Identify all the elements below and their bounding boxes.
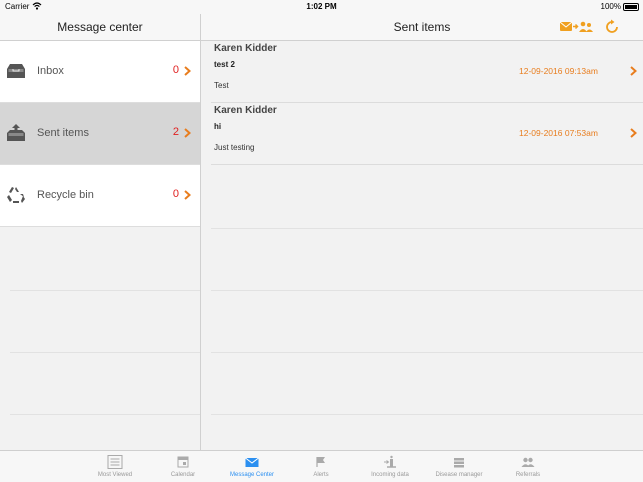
message-date: 12-09-2016 09:13am bbox=[519, 66, 598, 76]
people-icon bbox=[521, 457, 535, 467]
tab-most-viewed[interactable]: Most Viewed bbox=[80, 451, 150, 482]
message-preview: Test bbox=[214, 81, 229, 90]
tab-alerts[interactable]: Alerts bbox=[286, 451, 356, 482]
folder-recycle-bin[interactable]: Recycle bin 0 bbox=[0, 165, 200, 227]
refresh-button[interactable] bbox=[604, 19, 620, 35]
tab-label: Referrals bbox=[515, 472, 541, 478]
sidebar-title: Message center bbox=[57, 20, 143, 34]
message-row[interactable]: Karen Kidder test 2 Test 12-09-2016 09:1… bbox=[211, 41, 643, 103]
tab-bar: Most Viewed Calendar Message Center Aler… bbox=[0, 450, 643, 482]
chevron-right-icon bbox=[184, 128, 191, 138]
divider bbox=[211, 414, 643, 415]
tab-label: Calendar bbox=[170, 472, 196, 478]
tab-incoming-data[interactable]: Incoming data bbox=[355, 451, 425, 482]
message-sender: Karen Kidder bbox=[214, 43, 277, 54]
calendar-icon bbox=[177, 456, 189, 468]
chevron-right-icon bbox=[630, 66, 637, 76]
message-preview: Just testing bbox=[214, 143, 255, 152]
list-icon bbox=[107, 455, 123, 469]
chevron-right-icon bbox=[184, 190, 191, 200]
message-date: 12-09-2016 07:53am bbox=[519, 128, 598, 138]
battery-percent: 100% bbox=[600, 2, 621, 11]
tab-referrals[interactable]: Referrals bbox=[493, 451, 563, 482]
message-list: Karen Kidder test 2 Test 12-09-2016 09:1… bbox=[201, 41, 643, 450]
divider bbox=[211, 352, 643, 353]
folder-sent-items[interactable]: Sent items 2 bbox=[0, 103, 200, 165]
divider bbox=[211, 228, 643, 229]
tab-label: Incoming data bbox=[371, 472, 409, 478]
unread-count: 0 bbox=[172, 188, 179, 200]
status-bar: Carrier 1:02 PM 100% bbox=[0, 0, 643, 14]
message-subject: test 2 bbox=[214, 60, 235, 69]
inbox-icon bbox=[7, 64, 25, 78]
divider bbox=[10, 290, 200, 291]
folder-label: Sent items bbox=[37, 127, 89, 139]
sidebar-header: Message center bbox=[0, 14, 201, 41]
chevron-right-icon bbox=[184, 66, 191, 76]
folder-sidebar: Inbox 0 Sent items 2 Recycle bin 0 bbox=[0, 41, 201, 450]
message-row[interactable]: Karen Kidder hi Just testing 12-09-2016 … bbox=[211, 103, 643, 165]
battery-icon bbox=[623, 3, 639, 11]
content-header: Sent items bbox=[201, 14, 643, 41]
recycle-icon bbox=[7, 187, 25, 203]
outbox-icon bbox=[7, 124, 25, 141]
unread-count: 0 bbox=[172, 64, 179, 76]
tab-label: Most Viewed bbox=[97, 472, 133, 478]
tab-message-center[interactable]: Message Center bbox=[217, 451, 287, 482]
folder-label: Inbox bbox=[37, 65, 64, 77]
chevron-right-icon bbox=[630, 128, 637, 138]
clock: 1:02 PM bbox=[306, 2, 337, 11]
tab-label: Message Center bbox=[229, 472, 275, 478]
stack-icon bbox=[454, 458, 464, 468]
flag-icon bbox=[316, 457, 325, 467]
divider bbox=[10, 352, 200, 353]
divider bbox=[10, 414, 200, 415]
divider bbox=[211, 290, 643, 291]
tab-label: Disease manager bbox=[435, 472, 483, 478]
unread-count: 2 bbox=[172, 126, 179, 138]
tab-disease-manager[interactable]: Disease manager bbox=[424, 451, 494, 482]
compose-message-button[interactable] bbox=[559, 20, 595, 34]
incoming-icon bbox=[384, 455, 396, 468]
envelope-icon bbox=[245, 457, 259, 467]
message-sender: Karen Kidder bbox=[214, 105, 277, 116]
tab-label: Alerts bbox=[313, 472, 329, 478]
folder-label: Recycle bin bbox=[37, 189, 94, 201]
folder-inbox[interactable]: Inbox 0 bbox=[0, 41, 200, 103]
tab-calendar[interactable]: Calendar bbox=[148, 451, 218, 482]
message-subject: hi bbox=[214, 122, 222, 131]
